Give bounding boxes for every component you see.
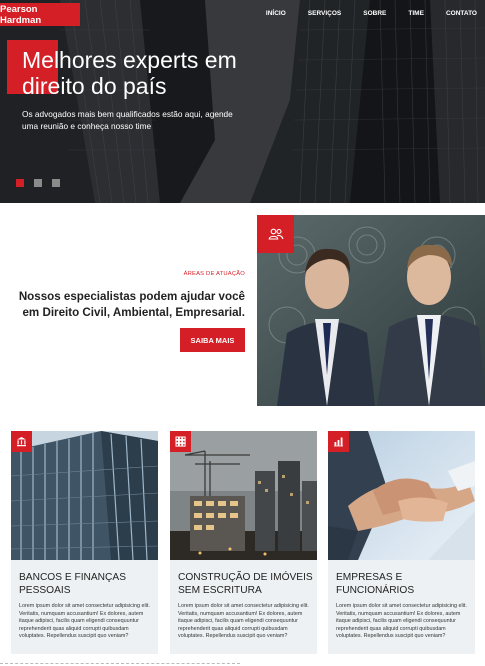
people-icon	[257, 215, 294, 253]
slider-dot-3[interactable]	[52, 179, 60, 187]
bank-building-photo	[11, 431, 158, 560]
card-text: Lorem ipsum dolor sit amet consectetur a…	[178, 603, 309, 640]
hero-background-image	[0, 0, 485, 203]
nav-item-time[interactable]: TIME	[408, 10, 424, 17]
card-title: EMPRESAS E FUNCIONÁRIOS	[336, 572, 415, 596]
areas-heading: Nossos especialistas podem ajudar você e…	[18, 290, 245, 319]
nav-item-contato[interactable]: CONTATO	[446, 10, 477, 17]
brand-logo[interactable]: Pearson Hardman	[0, 3, 80, 26]
hero-subtitle: Os advogados mais bem qualificados estão…	[22, 109, 233, 131]
nav-item-servicos[interactable]: SERVIÇOS	[308, 10, 341, 17]
card-text: Lorem ipsum dolor sit amet consectetur a…	[19, 603, 150, 640]
card-title: BANCOS E FINANÇAS PESSOAIS	[19, 572, 126, 596]
hero-section: Pearson Hardman INÍCIO SERVIÇOS SOBRE TI…	[0, 0, 485, 203]
slider-dot-1[interactable]	[16, 179, 24, 187]
main-nav: INÍCIO SERVIÇOS SOBRE TIME CONTATO	[266, 10, 477, 17]
card-text: Lorem ipsum dolor sit amet consectetur a…	[336, 603, 467, 640]
handshake-photo	[328, 431, 475, 560]
card-title: CONSTRUÇÃO DE IMÓVEIS SEM ESCRITURA	[178, 572, 313, 596]
grid-building-icon	[170, 431, 191, 452]
construction-photo	[170, 431, 317, 560]
slider-dot-2[interactable]	[34, 179, 42, 187]
bank-icon	[11, 431, 32, 452]
saiba-mais-button[interactable]: SAIBA MAIS	[180, 328, 245, 352]
bar-chart-icon	[328, 431, 349, 452]
areas-label: ÁREAS DE ATUAÇÃO	[183, 271, 245, 277]
service-card-construcao[interactable]: CONSTRUÇÃO DE IMÓVEIS SEM ESCRITURA Lore…	[170, 431, 317, 654]
slider-dots	[16, 179, 60, 187]
service-card-bancos[interactable]: BANCOS E FINANÇAS PESSOAIS Lorem ipsum d…	[11, 431, 158, 654]
hero-title: Melhores experts em direito do país	[22, 47, 237, 99]
footer-divider	[0, 663, 240, 664]
nav-item-inicio[interactable]: INÍCIO	[266, 10, 286, 17]
service-card-empresas[interactable]: EMPRESAS E FUNCIONÁRIOS Lorem ipsum dolo…	[328, 431, 475, 654]
nav-item-sobre[interactable]: SOBRE	[363, 10, 386, 17]
